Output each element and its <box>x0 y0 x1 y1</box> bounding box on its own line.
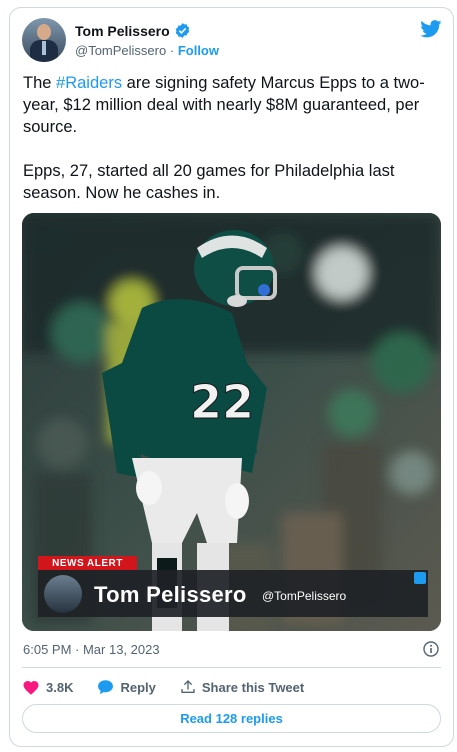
author-handle[interactable]: @TomPelissero <box>75 43 166 58</box>
share-button[interactable]: Share this Tweet <box>180 679 304 695</box>
reply-label: Reply <box>120 679 156 695</box>
tweet-paragraph-2: Epps, 27, started all 20 games for Phila… <box>23 162 395 202</box>
hashtag-link[interactable]: #Raiders <box>56 74 122 92</box>
news-alert-label: NEWS ALERT <box>38 556 137 570</box>
separator-dot: · <box>169 43 175 58</box>
jersey-number: 22 <box>190 375 254 429</box>
like-button[interactable]: 3.8K <box>22 679 73 695</box>
action-bar: 3.8K Reply Share this Tweet <box>22 677 328 697</box>
divider <box>22 667 441 668</box>
banner-avatar <box>44 575 82 613</box>
author-name-row[interactable]: Tom Pelissero <box>75 22 191 39</box>
author-name[interactable]: Tom Pelissero <box>75 23 170 39</box>
like-count: 3.8K <box>46 679 74 695</box>
banner-handle: @TomPelissero <box>262 589 347 603</box>
share-label: Share this Tweet <box>201 679 305 695</box>
tweet-text: The #Raiders are signing safety Marcus E… <box>23 72 433 204</box>
tweet-image[interactable]: 22 NEWS ALERT Tom Pelissero @TomPelisser… <box>22 213 441 631</box>
news-alert-banner: Tom Pelissero @TomPelissero <box>38 570 428 617</box>
banner-name: Tom Pelissero <box>94 582 247 607</box>
avatar[interactable] <box>22 18 66 62</box>
read-replies-button[interactable]: Read 128 replies <box>22 704 441 733</box>
reply-button[interactable]: Reply <box>97 679 156 695</box>
twitter-bird-icon[interactable] <box>420 20 442 38</box>
read-replies-label: Read 128 replies <box>180 711 283 726</box>
banner-twitter-icon <box>414 572 426 584</box>
reply-bubble-icon <box>98 680 114 695</box>
heart-icon <box>23 681 39 695</box>
tweet-paragraph-1: The #Raiders are signing safety Marcus E… <box>23 72 433 138</box>
follow-button[interactable]: Follow <box>178 43 219 58</box>
timestamp[interactable]: 6:05 PM · Mar 13, 2023 <box>23 642 160 657</box>
share-icon <box>181 680 195 693</box>
author-handle-row: @TomPelissero · Follow <box>75 43 219 58</box>
tweet-text-segment: The <box>23 74 57 92</box>
info-icon[interactable] <box>423 641 439 657</box>
verified-badge-icon <box>175 23 189 38</box>
